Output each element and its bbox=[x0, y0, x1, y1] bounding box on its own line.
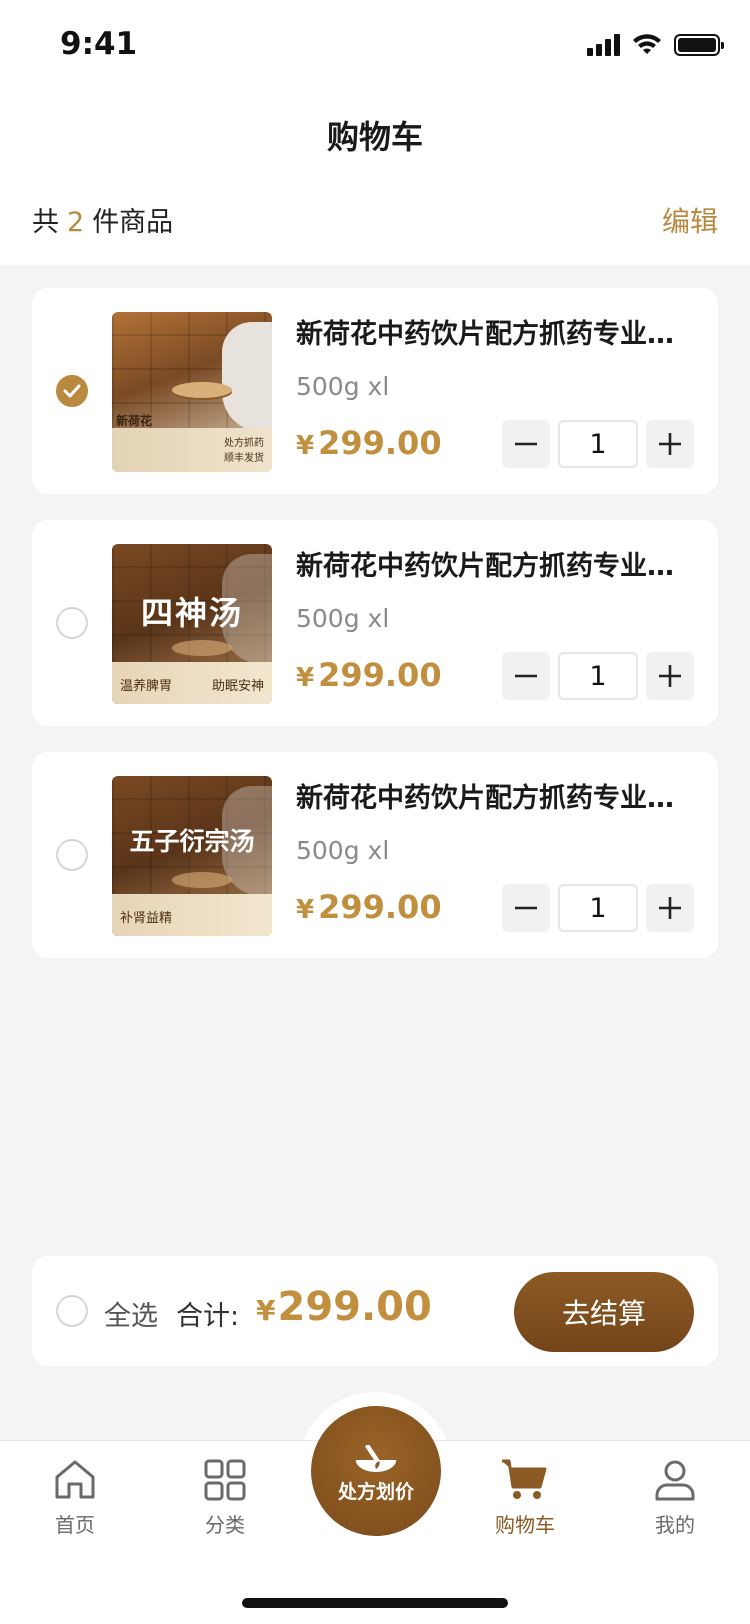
product-spec: 500g xl bbox=[296, 604, 390, 633]
quantity-stepper: 1 bbox=[502, 420, 694, 468]
product-price: ¥299.00 bbox=[296, 656, 442, 694]
product-price: ¥299.00 bbox=[296, 888, 442, 926]
category-grid-icon bbox=[204, 1459, 246, 1501]
count-suffix: 件商品 bbox=[92, 207, 174, 238]
page-title: 购物车 bbox=[326, 118, 423, 156]
cart-item-card: 新荷花 处方抓药 顺丰发货 新荷花中药饮片配方抓药专业代煎中药材... 500g… bbox=[32, 288, 718, 494]
quantity-stepper: 1 bbox=[502, 884, 694, 932]
minus-icon bbox=[515, 674, 537, 678]
product-spec: 500g xl bbox=[296, 372, 390, 401]
product-name[interactable]: 新荷花中药饮片配方抓药专业代煎中药材... bbox=[296, 544, 696, 583]
home-icon bbox=[55, 1460, 95, 1499]
quantity-input[interactable]: 1 bbox=[558, 652, 638, 700]
product-spec: 500g xl bbox=[296, 836, 390, 865]
plus-icon bbox=[659, 897, 681, 919]
user-icon bbox=[655, 1460, 695, 1501]
status-bar: 9:41 bbox=[0, 0, 750, 90]
header-area: 9:41 购物车 共 2 件商品 编辑 bbox=[0, 0, 750, 265]
product-name[interactable]: 新荷花中药饮片配方抓药专业代煎中药材... bbox=[296, 776, 696, 815]
decrease-button[interactable] bbox=[502, 884, 550, 932]
tab-profile[interactable]: 我的 bbox=[615, 1457, 735, 1538]
total-price: ¥299.00 bbox=[256, 1284, 432, 1330]
image-tag: 补肾益精 bbox=[120, 911, 173, 926]
tab-label: 首页 bbox=[55, 1513, 95, 1537]
cellular-signal-icon bbox=[587, 34, 620, 56]
product-image[interactable]: 新荷花 处方抓药 顺丰发货 bbox=[112, 312, 272, 472]
image-tag: 温养脾胃 bbox=[120, 679, 173, 694]
product-name[interactable]: 新荷花中药饮片配方抓药专业代煎中药材... bbox=[296, 312, 696, 351]
status-time: 9:41 bbox=[60, 26, 138, 62]
increase-button[interactable] bbox=[646, 652, 694, 700]
tab-label: 分类 bbox=[205, 1513, 245, 1537]
decrease-button[interactable] bbox=[502, 652, 550, 700]
image-brand: 新荷花 bbox=[116, 414, 153, 428]
minus-icon bbox=[515, 442, 537, 446]
edit-button[interactable]: 编辑 bbox=[662, 200, 718, 240]
image-tag: 顺丰发货 bbox=[224, 453, 264, 464]
system-icons bbox=[587, 32, 724, 58]
prescription-pricing-button[interactable]: 处方划价 bbox=[311, 1406, 441, 1536]
image-title: 五子衍宗汤 bbox=[129, 827, 255, 856]
wifi-icon bbox=[633, 34, 661, 54]
item-checkbox[interactable] bbox=[56, 607, 88, 639]
increase-button[interactable] bbox=[646, 884, 694, 932]
quantity-input[interactable]: 1 bbox=[558, 884, 638, 932]
checkmark-icon bbox=[63, 384, 81, 398]
item-checkbox[interactable] bbox=[56, 839, 88, 871]
checkout-bar: 全选 合计: ¥299.00 去结算 bbox=[32, 1256, 718, 1366]
decrease-button[interactable] bbox=[502, 420, 550, 468]
product-image[interactable]: 四神汤 温养脾胃 助眠安神 bbox=[112, 544, 272, 704]
product-image[interactable]: 五子衍宗汤 补肾益精 bbox=[112, 776, 272, 936]
mortar-icon bbox=[355, 1444, 397, 1472]
count-number: 2 bbox=[67, 207, 85, 238]
select-all-checkbox[interactable] bbox=[56, 1295, 88, 1327]
cart-item-card: 五子衍宗汤 补肾益精 新荷花中药饮片配方抓药专业代煎中药材... 500g xl… bbox=[32, 752, 718, 958]
tab-label: 我的 bbox=[655, 1513, 695, 1537]
cart-icon bbox=[502, 1459, 547, 1499]
item-count: 共 2 件商品 bbox=[32, 200, 173, 239]
checkout-button[interactable]: 去结算 bbox=[514, 1272, 694, 1352]
select-all-label[interactable]: 全选 bbox=[104, 1294, 158, 1333]
image-tag: 助眠安神 bbox=[211, 679, 264, 694]
image-tag: 处方抓药 bbox=[224, 438, 264, 449]
image-title: 四神汤 bbox=[140, 594, 243, 632]
battery-icon bbox=[674, 34, 724, 56]
quantity-stepper: 1 bbox=[502, 652, 694, 700]
tab-label: 购物车 bbox=[495, 1513, 555, 1537]
tab-category[interactable]: 分类 bbox=[165, 1457, 285, 1538]
product-price: ¥299.00 bbox=[296, 424, 442, 462]
tab-home[interactable]: 首页 bbox=[15, 1457, 135, 1538]
item-checkbox[interactable] bbox=[56, 375, 88, 407]
count-prefix: 共 bbox=[32, 207, 59, 238]
increase-button[interactable] bbox=[646, 420, 694, 468]
total-label: 合计: bbox=[176, 1301, 240, 1332]
plus-icon bbox=[659, 665, 681, 687]
cart-item-card: 四神汤 温养脾胃 助眠安神 新荷花中药饮片配方抓药专业代煎中药材... 500g… bbox=[32, 520, 718, 726]
tab-label: 处方划价 bbox=[337, 1480, 414, 1503]
home-indicator bbox=[242, 1598, 508, 1608]
quantity-input[interactable]: 1 bbox=[558, 420, 638, 468]
minus-icon bbox=[515, 906, 537, 910]
plus-icon bbox=[659, 433, 681, 455]
tab-cart[interactable]: 购物车 bbox=[465, 1457, 585, 1538]
